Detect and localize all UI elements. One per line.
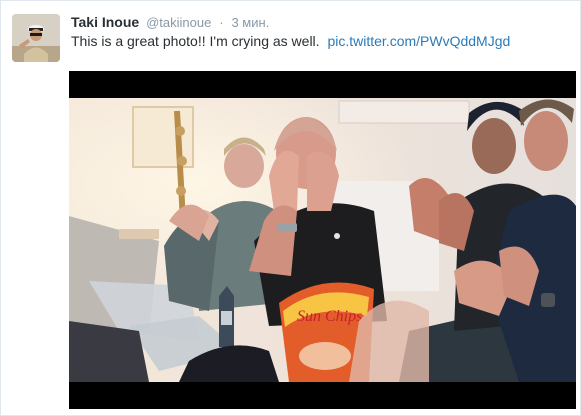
tweet-body: This is a great photo!! I'm crying as we… xyxy=(71,33,320,49)
tweet-timestamp[interactable]: 3 мин. xyxy=(231,15,269,30)
tweet-photo[interactable]: Sun Chips xyxy=(69,71,576,409)
user-handle[interactable]: @takiinoue xyxy=(146,15,211,30)
tweet-media-link[interactable]: pic.twitter.com/PWvQddMJgd xyxy=(327,33,510,49)
chips-bag-label: Sun Chips xyxy=(297,308,362,325)
tweet-text: This is a great photo!! I'm crying as we… xyxy=(71,31,510,51)
header-separator: · xyxy=(219,15,224,30)
user-avatar[interactable] xyxy=(12,14,60,62)
tweet-card: Taki Inoue @takiinoue · 3 мин. This is a… xyxy=(0,0,581,416)
tweet-header: Taki Inoue @takiinoue · 3 мин. xyxy=(71,13,269,32)
user-fullname[interactable]: Taki Inoue xyxy=(71,14,139,30)
